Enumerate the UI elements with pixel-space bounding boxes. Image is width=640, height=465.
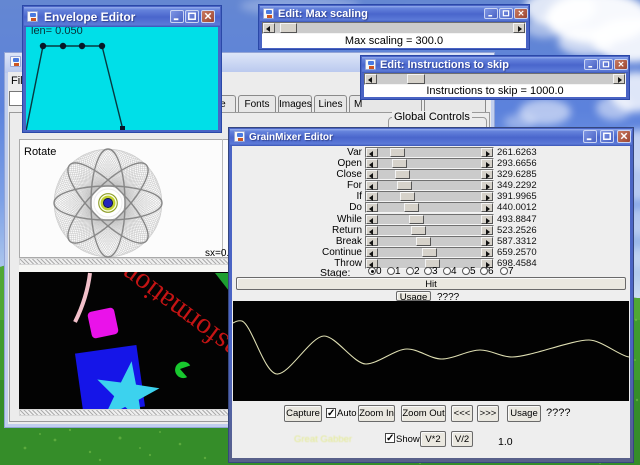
svg-text:len= 0.050: len= 0.050 xyxy=(31,27,83,37)
